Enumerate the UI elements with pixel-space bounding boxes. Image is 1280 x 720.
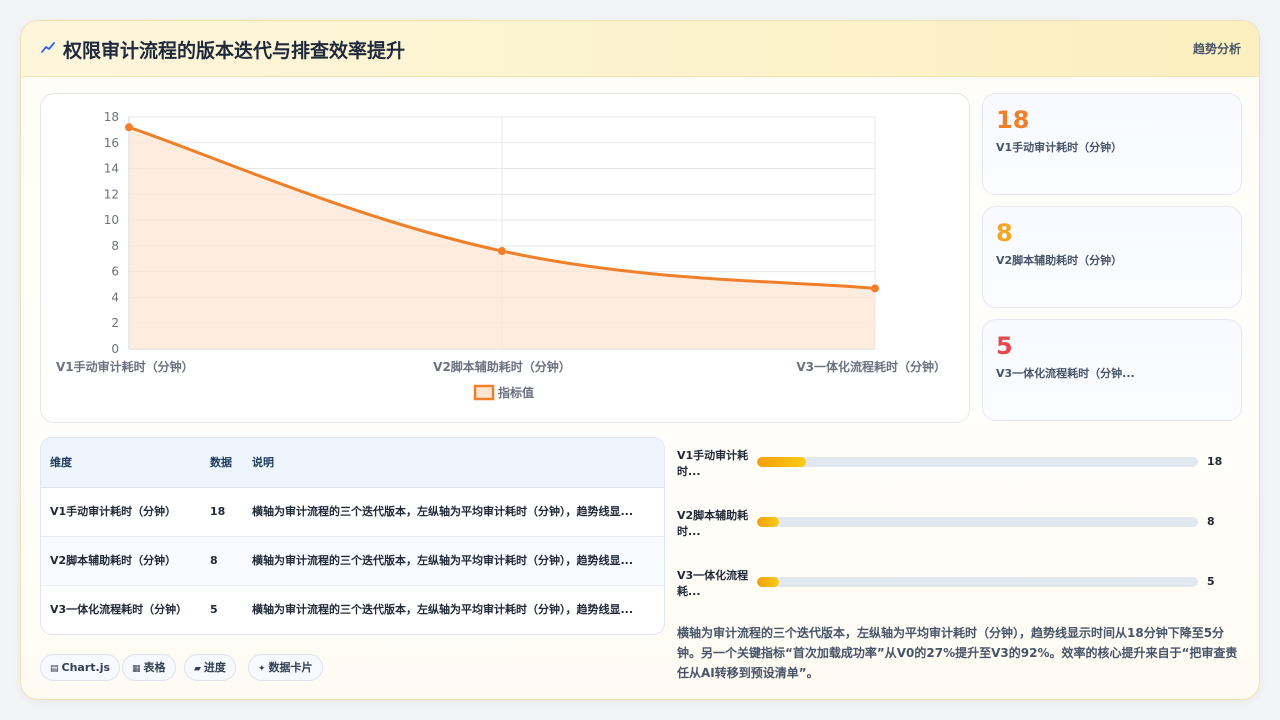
table-cell-value: 8 <box>201 536 243 586</box>
x-tick-label: V3一体化流程耗时（分钟） <box>796 359 946 374</box>
chip-progress[interactable]: ▰ 进度 <box>184 654 236 681</box>
data-point <box>125 123 133 132</box>
table-cell-dimension: V2脚本辅助耗时（分钟） <box>41 536 201 586</box>
legend-swatch <box>473 384 495 401</box>
y-tick-label: 10 <box>104 213 119 227</box>
data-point <box>498 247 506 256</box>
progress-row: V3一体化流程耗... 5 <box>677 566 1247 602</box>
table-cell-dimension: V1手动审计耗时（分钟） <box>41 487 201 537</box>
table-cell-value: 18 <box>201 487 243 537</box>
header-tag: 趋势分析 <box>1192 42 1241 56</box>
chip-label: 数据卡片 <box>268 661 313 674</box>
description-text: 横轴为审计流程的三个迭代版本，左纵轴为平均审计耗时（分钟），趋势线显... <box>252 602 634 616</box>
progress-fill <box>757 577 780 587</box>
table-cell-dimension: V3一体化流程耗时（分钟） <box>50 602 188 616</box>
kpi-card-v3: 5 V3一体化流程耗时（分钟... <box>982 319 1242 421</box>
page-title: 权限审计流程的版本迭代与排查效率提升 <box>63 40 406 62</box>
y-tick-label: 2 <box>111 316 119 330</box>
chip-chartjs[interactable]: ▤ Chart.js <box>40 654 121 681</box>
progress-row: V1手动审计耗时... 18 <box>677 446 1247 482</box>
chart-panel: 0 2 4 6 8 10 12 14 16 18 V1手动审计耗时（分钟） V2脚本辅助耗时（分钟） V… <box>40 93 970 423</box>
y-tick-label: 8 <box>111 239 119 253</box>
data-table-panel: 维度 数据 说明 V1手动审计耗时（分钟） 18 横轴为审计流程的三个迭代版本，… <box>40 437 665 635</box>
chip-label: 表格 <box>143 661 166 674</box>
table-icon: ▦ <box>132 664 141 674</box>
progress-bars: V1手动审计耗时... 18 V2脚本辅助耗时... 8 V3一体化流程耗...… <box>677 446 1247 626</box>
kpi-label: V3一体化流程耗时（分钟... <box>996 367 1135 380</box>
y-tick-label: 12 <box>104 187 119 201</box>
table-header-row: 维度 数据 说明 <box>41 438 664 488</box>
column-header: 维度 <box>41 438 201 488</box>
chip-label: 进度 <box>203 661 226 674</box>
kpi-card-v1: 18 V1手动审计耗时（分钟） <box>982 93 1242 195</box>
progress-track <box>757 577 1198 587</box>
description-text: 横轴为审计流程的三个迭代版本，左纵轴为平均审计耗时（分钟），趋势线显... <box>252 504 634 518</box>
table-cell-description: 横轴为审计流程的三个迭代版本，左纵轴为平均审计耗时（分钟），趋势线显... <box>243 536 664 586</box>
summary-text: 横轴为审计流程的三个迭代版本，左纵轴为平均审计耗时（分钟），趋势线显示时间从18… <box>677 626 1238 680</box>
y-tick-label: 4 <box>111 290 119 304</box>
y-tick-label: 0 <box>111 342 119 356</box>
progress-fill <box>757 457 806 467</box>
data-point <box>871 284 879 293</box>
progress-track <box>757 457 1198 467</box>
x-tick-label: V1手动审计耗时（分钟） <box>56 359 194 374</box>
progress-label: V1手动审计耗时... <box>677 449 749 478</box>
chart-icon: ▤ <box>50 664 59 674</box>
progress-icon: ▰ <box>194 664 201 674</box>
progress-value: 5 <box>1207 575 1215 588</box>
table-row: V1手动审计耗时（分钟） 18 横轴为审计流程的三个迭代版本，左纵轴为平均审计耗… <box>41 487 664 537</box>
column-header: 说明 <box>243 438 664 488</box>
kpi-value: 5 <box>996 332 1013 360</box>
y-tick-label: 16 <box>104 136 119 150</box>
trend-icon <box>41 42 55 53</box>
sparkle-icon: ✦ <box>258 664 266 674</box>
dashboard-card: 权限审计流程的版本迭代与排查效率提升 趋势分析 0 2 4 6 8 10 12 14 16 18 V… <box>20 20 1260 700</box>
progress-value: 18 <box>1207 455 1223 468</box>
x-tick-label: V2脚本辅助耗时（分钟） <box>433 359 571 374</box>
description-text: 横轴为审计流程的三个迭代版本，左纵轴为平均审计耗时（分钟），趋势线显... <box>252 553 634 567</box>
table-cell-description: 横轴为审计流程的三个迭代版本，左纵轴为平均审计耗时（分钟），趋势线显... <box>243 487 664 537</box>
data-table: 维度 数据 说明 V1手动审计耗时（分钟） 18 横轴为审计流程的三个迭代版本，… <box>41 438 664 634</box>
progress-label: V2脚本辅助耗时... <box>677 509 749 538</box>
table-row: V3一体化流程耗时（分钟） 5 横轴为审计流程的三个迭代版本，左纵轴为平均审计耗… <box>41 585 664 634</box>
progress-value: 8 <box>1207 515 1215 528</box>
table-cell-description: 横轴为审计流程的三个迭代版本，左纵轴为平均审计耗时（分钟），趋势线显... <box>243 585 664 634</box>
y-tick-label: 6 <box>111 265 119 279</box>
progress-label: V3一体化流程耗... <box>677 569 749 598</box>
chip-data-cards[interactable]: ✦ 数据卡片 <box>248 654 323 681</box>
legend-label: 指标值 <box>498 385 534 400</box>
line-chart: 0 2 4 6 8 10 12 14 16 18 V1手动审计耗时（分钟） V2脚本辅助耗时（分钟） V… <box>56 110 946 401</box>
kpi-value: 8 <box>996 219 1013 247</box>
kpi-label: V1手动审计耗时（分钟） <box>996 141 1123 154</box>
progress-track <box>757 517 1198 527</box>
y-tick-label: 14 <box>104 162 119 176</box>
header-bar: 权限审计流程的版本迭代与排查效率提升 趋势分析 <box>21 21 1259 77</box>
kpi-card-v2: 8 V2脚本辅助耗时（分钟） <box>982 206 1242 308</box>
kpi-label: V2脚本辅助耗时（分钟） <box>996 254 1123 267</box>
y-tick-label: 18 <box>104 110 119 124</box>
column-header: 数据 <box>201 438 243 488</box>
progress-fill <box>757 517 780 527</box>
chip-table[interactable]: ▦ 表格 <box>122 654 176 681</box>
table-cell-value: 5 <box>210 602 218 616</box>
kpi-value: 18 <box>996 106 1030 134</box>
progress-row: V2脚本辅助耗时... 8 <box>677 506 1247 542</box>
chip-label: Chart.js <box>61 661 111 674</box>
table-row: V2脚本辅助耗时（分钟） 8 横轴为审计流程的三个迭代版本，左纵轴为平均审计耗时… <box>41 536 664 586</box>
